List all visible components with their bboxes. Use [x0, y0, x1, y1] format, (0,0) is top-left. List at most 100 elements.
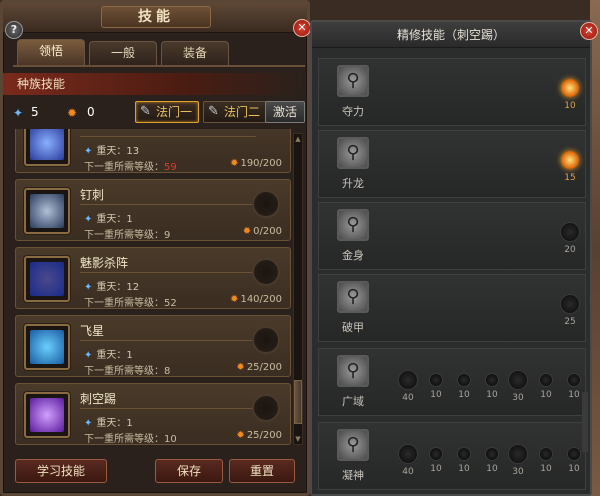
kick-skill-icon[interactable]: ⚲: [337, 281, 369, 313]
skill-divider: [80, 272, 256, 273]
save-button[interactable]: 保存: [155, 459, 223, 483]
refine-node[interactable]: 10: [559, 79, 581, 111]
skill-card[interactable]: 钉刺 ✦ 重天：1 下一重所需等级：9 ✹ 0/200: [15, 179, 291, 241]
skill-icon: [24, 129, 70, 166]
skill-list-scrollbar[interactable]: ▲ ▼: [293, 133, 303, 445]
kick-skill-icon[interactable]: ⚲: [337, 355, 369, 387]
refine-node[interactable]: 10: [535, 448, 557, 474]
skill-window-title: 技能: [101, 6, 211, 28]
scroll-up-icon[interactable]: ▲: [294, 134, 302, 144]
blue-diamond-icon: ✦: [84, 282, 93, 293]
refine-node[interactable]: 10: [453, 374, 475, 400]
node-value: 30: [512, 467, 524, 477]
refine-scrollbar[interactable]: [582, 392, 588, 452]
refine-node[interactable]: 10: [453, 448, 475, 474]
refine-node[interactable]: 10: [535, 374, 557, 400]
star-dark-icon: [399, 445, 417, 463]
skill-name: 飞星: [80, 324, 105, 338]
skill-slot[interactable]: [252, 258, 280, 286]
refine-row: ⚲ 破甲 25: [318, 274, 586, 342]
refine-node[interactable]: 10: [425, 448, 447, 474]
refine-node[interactable]: 30: [507, 371, 529, 403]
star-dark-icon: [509, 445, 527, 463]
blue-points-value: 5: [31, 105, 39, 119]
path-one-button[interactable]: ✎ 法门一: [135, 101, 199, 123]
refine-row: ⚲ 凝神 40 10 10 10 30 10 10: [318, 422, 586, 490]
path-two-button[interactable]: ✎ 法门二: [203, 101, 267, 123]
reset-button[interactable]: 重置: [229, 459, 295, 483]
tab-comprehend[interactable]: 领悟: [17, 39, 85, 65]
refine-node[interactable]: 10: [481, 448, 503, 474]
skill-exp: ✹ 190/200: [230, 158, 282, 169]
blue-diamond-icon: ✦: [13, 106, 24, 120]
refine-node[interactable]: 20: [559, 223, 581, 255]
skill-requirement: 下一重所需等级：59: [84, 158, 177, 173]
refine-name: 广域: [342, 395, 364, 408]
refine-node[interactable]: 40: [397, 371, 419, 403]
dot-dark-icon: [486, 374, 498, 386]
refine-window-close-icon[interactable]: ✕: [580, 22, 598, 40]
skill-level: ✦ 重天：1: [84, 346, 133, 361]
star-dark-icon: [561, 295, 579, 313]
skill-card[interactable]: 飞星 ✦ 重天：1 下一重所需等级：8 ✹ 25/200: [15, 315, 291, 377]
skill-level-text: 重天：1: [96, 418, 133, 429]
tab-general[interactable]: 一般: [89, 41, 157, 65]
scroll-down-icon[interactable]: ▼: [294, 434, 302, 444]
skill-level: ✦ 重天：1: [84, 210, 133, 225]
skill-divider: [80, 408, 256, 409]
skill-requirement: 下一重所需等级：10: [84, 430, 177, 445]
node-value: 10: [564, 101, 576, 111]
star-dark-icon: [509, 371, 527, 389]
refine-node[interactable]: 15: [559, 151, 581, 183]
skill-slot[interactable]: [252, 394, 280, 422]
kick-skill-icon[interactable]: ⚲: [337, 137, 369, 169]
skill-divider: [80, 136, 256, 137]
skill-slot[interactable]: [252, 190, 280, 218]
refine-node[interactable]: 25: [559, 295, 581, 327]
skill-card[interactable]: ✦ 重天：13 下一重所需等级：59 ✹ 190/200: [15, 129, 291, 173]
refine-node[interactable]: 30: [507, 445, 529, 477]
refine-node[interactable]: 40: [397, 445, 419, 477]
skill-req-prefix: 下一重所需等级：: [84, 298, 164, 309]
skill-icon: [24, 256, 70, 302]
kick-skill-icon[interactable]: ⚲: [337, 65, 369, 97]
kick-skill-icon[interactable]: ⚲: [337, 429, 369, 461]
activate-button[interactable]: 激活: [265, 101, 305, 123]
refine-node[interactable]: 10: [481, 374, 503, 400]
skill-exp-text: 140/200: [240, 294, 282, 305]
dot-dark-icon: [568, 374, 580, 386]
star-dark-icon: [561, 223, 579, 241]
learn-skill-button[interactable]: 学习技能: [15, 459, 107, 483]
star-lit-icon: [561, 151, 579, 169]
refine-row: ⚲ 升龙 15: [318, 130, 586, 198]
kick-skill-icon[interactable]: ⚲: [337, 209, 369, 241]
node-value: 10: [486, 464, 498, 474]
skill-level: ✦ 重天：12: [84, 278, 139, 293]
help-icon[interactable]: ?: [5, 21, 23, 39]
refine-window-title[interactable]: 精修技能（刺空踢）: [312, 22, 590, 48]
skill-exp-text: 0/200: [253, 226, 282, 237]
skill-window-title-bar[interactable]: 技能: [3, 3, 307, 33]
skill-card[interactable]: 魅影杀阵 ✦ 重天：12 下一重所需等级：52 ✹ 140/200: [15, 247, 291, 309]
skill-level-text: 重天：12: [96, 282, 140, 293]
race-skill-label: 种族技能: [17, 77, 66, 91]
scroll-thumb[interactable]: [294, 380, 302, 424]
skill-exp: ✹ 0/200: [243, 226, 282, 237]
refine-name: 夺力: [342, 105, 364, 118]
refine-name: 破甲: [342, 321, 364, 334]
skill-window-close-icon[interactable]: ✕: [293, 19, 311, 37]
refine-node[interactable]: 10: [425, 374, 447, 400]
skill-card[interactable]: 刺空踢 ✦ 重天：1 下一重所需等级：10 ✹ 25/200: [15, 383, 291, 445]
blue-diamond-icon: ✦: [84, 418, 93, 429]
skill-req-level: 10: [164, 434, 177, 445]
node-value: 10: [430, 464, 442, 474]
star-dark-icon: [399, 371, 417, 389]
skill-req-prefix: 下一重所需等级：: [84, 434, 164, 445]
skill-level-text: 重天：13: [96, 146, 140, 157]
points-row: ✦ 5 ✹ 0 ✎ 法门一 ✎ 法门二 激活: [11, 101, 307, 125]
skill-req-level: 8: [164, 366, 171, 377]
tab-equipment[interactable]: 装备: [161, 41, 229, 65]
skill-slot[interactable]: [252, 326, 280, 354]
skill-requirement: 下一重所需等级：8: [84, 362, 170, 377]
skill-icon: [24, 324, 70, 370]
